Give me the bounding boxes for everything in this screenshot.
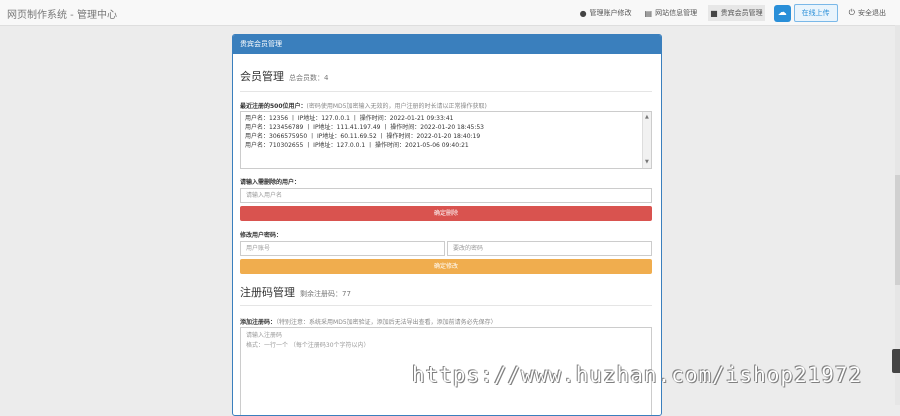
list-item: 用户名：12356 丨 IP地址：127.0.0.1 丨 操作时间：2022-0… [245,115,454,122]
scroll-down-icon[interactable]: ▼ [645,158,649,167]
side-tab[interactable] [892,349,900,373]
app-title: 网页制作系统 - 管理中心 [7,10,117,21]
user-list-box[interactable]: 用户名：12356 丨 IP地址：127.0.0.1 丨 操作时间：2022-0… [240,111,652,169]
scroll-up-icon[interactable]: ▲ [645,113,649,122]
list-scrollbar[interactable]: ▲ ▼ [642,112,651,168]
modify-username-input[interactable]: 用户账号 [240,241,445,256]
list-item: 用户名：3066575950 丨 IP地址：60.11.69.52 丨 操作时间… [245,133,481,140]
chat-icon: ■ [710,8,718,18]
document-icon: ▤ [644,8,653,18]
members-section-title: 会员管理 总会员数：4 [240,68,328,84]
nav-label: 贵宾会员管理 [720,9,763,17]
user-list-label-text: 最近注册的500位用户： [240,103,307,110]
logout-button[interactable]: ⏻ 安全退出 [847,5,888,21]
add-code-label: 添加注册码：（特别注意：系统采用MD5加密验证，添加后无法导出查看，添加前请务必… [240,317,497,326]
cloud-icon[interactable]: ☁ [773,4,791,22]
top-navbar: 网页制作系统 - 管理中心 ● 管理账户修改 ▤ 网站信息管理 ■ 贵宾会员管理… [0,0,900,26]
modify-password-button[interactable]: 确定修改 [240,259,652,274]
nav-site-info[interactable]: ▤ 网站信息管理 [643,5,700,21]
codes-title: 注册码管理 [240,286,295,299]
user-list-hint: (密码使用MD5加密输入无效的，用户注册的时长请以正常操作获取) [306,103,487,110]
power-icon: ⏻ [848,8,855,17]
nav-account-settings[interactable]: ● 管理账户修改 [578,5,634,21]
codes-section-title: 注册码管理 剩余注册码：77 [240,284,351,300]
list-item: 用户名：710302655 丨 IP地址：127.0.0.1 丨 操作时间：20… [245,142,469,149]
top-nav: ● 管理账户修改 ▤ 网站信息管理 ■ 贵宾会员管理 ☁ 在线上传 ⏻ 安全退出 [569,4,888,22]
upload-button[interactable]: 在线上传 [793,4,838,22]
nav-vip-members[interactable]: ■ 贵宾会员管理 [708,5,765,21]
nav-label: 网站信息管理 [655,9,698,17]
add-code-label-text: 添加注册码： [240,319,277,326]
member-total: 总会员数：4 [289,74,329,82]
vip-member-panel: 贵宾会员管理 会员管理 总会员数：4 最近注册的500位用户：(密码使用MD5加密… [232,34,662,416]
delete-user-label: 请输入需删除的用户： [240,179,301,186]
delete-user-button[interactable]: 确定删除 [240,206,652,221]
scrollbar-thumb[interactable] [895,175,900,285]
nav-label: 管理账户修改 [589,9,632,17]
panel-header: 贵宾会员管理 [233,35,661,54]
nav-label: 安全退出 [858,9,886,17]
user-icon: ● [579,8,587,18]
members-title: 会员管理 [240,70,284,83]
watermark: https://www.huzhan.com/ishop21972 [412,363,863,387]
textarea-placeholder-line: 请输入注册码 [246,332,283,339]
textarea-placeholder-line: 格式：一行一个 （每个注册码30个字符以内） [246,342,370,349]
divider [240,305,652,306]
delete-username-input[interactable]: 请输入用户名 [240,188,652,203]
add-code-hint: （特别注意：系统采用MD5加密验证，添加后无法导出查看，添加前请务必先保存） [276,319,497,326]
modify-password-label: 修改用户密码： [240,232,283,239]
divider [240,91,652,92]
page-scrollbar[interactable] [895,25,900,405]
list-item: 用户名：123456789 丨 IP地址：111.41.197.49 丨 操作时… [245,124,484,131]
codes-remaining: 剩余注册码：77 [300,290,351,298]
modify-password-input[interactable]: 要改的密码 [447,241,652,256]
user-list-label: 最近注册的500位用户：(密码使用MD5加密输入无效的，用户注册的时长请以正常操… [240,101,487,110]
